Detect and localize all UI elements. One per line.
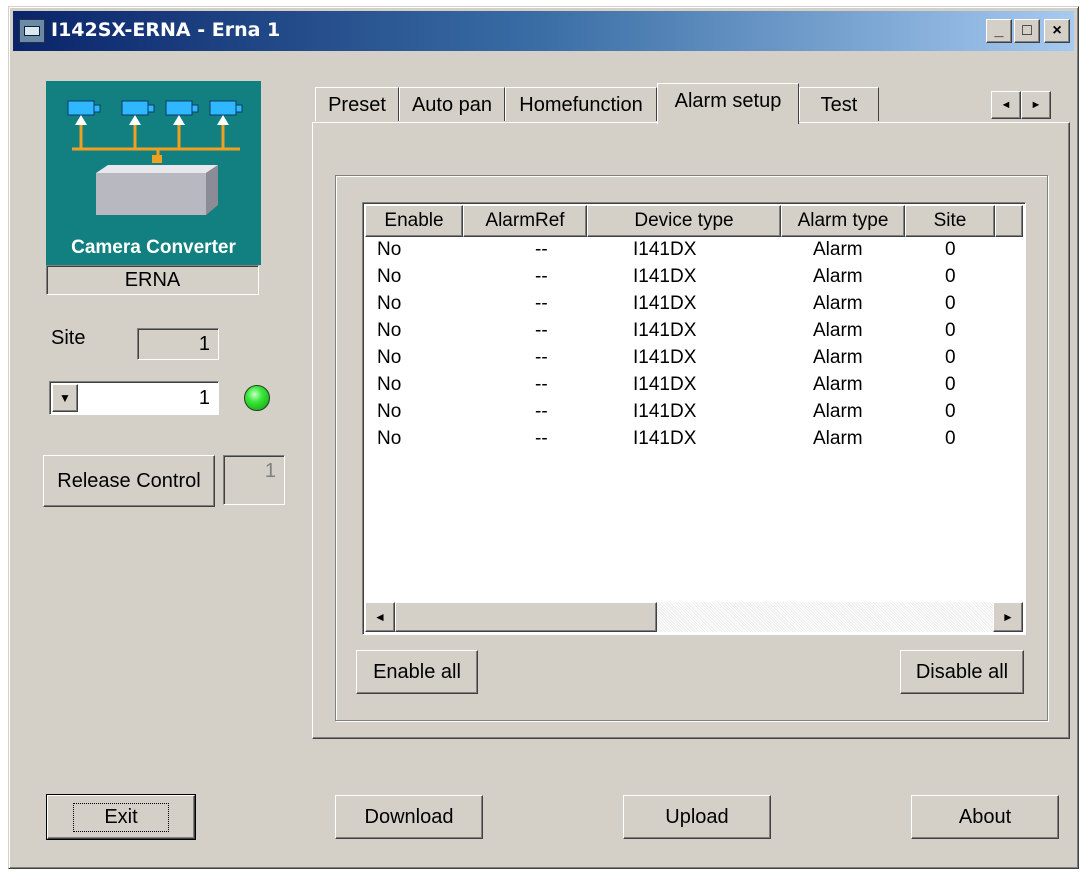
tab-homefunction[interactable]: Homefunction: [505, 87, 657, 121]
maximize-button[interactable]: □: [1014, 19, 1040, 43]
cell-device-type: I141DX: [633, 428, 697, 449]
cell-alarmref: --: [535, 239, 548, 260]
exit-label: Exit: [73, 802, 169, 832]
site-selector-value: 1: [198, 387, 210, 409]
about-button[interactable]: About: [911, 795, 1059, 839]
tab-alarm-setup[interactable]: Alarm setup: [657, 83, 799, 124]
cell-alarmref: --: [535, 374, 548, 395]
cell-alarm-type: Alarm: [813, 266, 863, 287]
close-button[interactable]: ×: [1044, 19, 1070, 43]
cell-alarmref: --: [535, 347, 548, 368]
dropdown-arrow-icon[interactable]: ▼: [52, 384, 78, 412]
column-filler: [995, 205, 1023, 237]
tab-auto-pan[interactable]: Auto pan: [399, 87, 505, 121]
cell-alarmref: --: [535, 428, 548, 449]
cell-site: 0: [945, 428, 956, 449]
cell-enable: No: [377, 347, 402, 368]
table-row[interactable]: No -- I141DX Alarm 0: [365, 291, 1023, 318]
scroll-left-icon[interactable]: ◄: [365, 602, 395, 632]
scrollbar-thumb[interactable]: [395, 602, 657, 632]
alarm-group-box: Enable AlarmRef Device type Alarm type S…: [335, 175, 1048, 721]
cell-alarm-type: Alarm: [813, 428, 863, 449]
tab-scroll-right-icon[interactable]: ►: [1021, 91, 1051, 119]
cell-enable: No: [377, 374, 402, 395]
upload-button[interactable]: Upload: [623, 795, 771, 839]
site-selector[interactable]: ▼ 1: [49, 381, 219, 415]
table-row[interactable]: No -- I141DX Alarm 0: [365, 237, 1023, 264]
tab-scroll-left-icon[interactable]: ◄: [991, 91, 1021, 119]
cell-device-type: I141DX: [633, 320, 697, 341]
app-window: I142SX-ERNA - Erna 1 _ □ × Camera Conver…: [8, 6, 1079, 869]
enable-all-button[interactable]: Enable all: [356, 650, 478, 694]
cell-alarmref: --: [535, 293, 548, 314]
status-led-icon: [244, 385, 270, 411]
site-value-field: 1: [137, 328, 219, 360]
site-label: Site: [51, 327, 86, 349]
column-site[interactable]: Site: [905, 205, 995, 237]
minimize-button[interactable]: _: [986, 19, 1012, 43]
cell-device-type: I141DX: [633, 401, 697, 422]
release-control-field: 1: [223, 455, 285, 505]
camera-converter-logo: Camera Converter: [46, 81, 261, 265]
alarm-list[interactable]: Enable AlarmRef Device type Alarm type S…: [362, 202, 1026, 635]
cell-site: 0: [945, 320, 956, 341]
cell-enable: No: [377, 266, 402, 287]
tab-preset[interactable]: Preset: [315, 87, 399, 121]
cell-enable: No: [377, 320, 402, 341]
cell-alarmref: --: [535, 401, 548, 422]
cell-device-type: I141DX: [633, 266, 697, 287]
cell-alarm-type: Alarm: [813, 293, 863, 314]
cell-site: 0: [945, 347, 956, 368]
tab-test[interactable]: Test: [799, 87, 879, 121]
cell-alarm-type: Alarm: [813, 401, 863, 422]
alarm-setup-panel: Enable AlarmRef Device type Alarm type S…: [312, 122, 1070, 739]
cell-enable: No: [377, 239, 402, 260]
cell-device-type: I141DX: [633, 347, 697, 368]
cell-alarmref: --: [535, 266, 548, 287]
cell-site: 0: [945, 239, 956, 260]
logo-caption: Camera Converter: [71, 237, 236, 258]
window-title: I142SX-ERNA - Erna 1: [51, 19, 281, 41]
cell-alarm-type: Alarm: [813, 347, 863, 368]
cell-alarm-type: Alarm: [813, 374, 863, 395]
cell-site: 0: [945, 293, 956, 314]
cell-device-type: I141DX: [633, 239, 697, 260]
cell-site: 0: [945, 266, 956, 287]
download-button[interactable]: Download: [335, 795, 483, 839]
cell-enable: No: [377, 428, 402, 449]
cell-alarmref: --: [535, 320, 548, 341]
cell-enable: No: [377, 401, 402, 422]
table-row[interactable]: No -- I141DX Alarm 0: [365, 372, 1023, 399]
exit-button[interactable]: Exit: [46, 794, 196, 840]
column-enable[interactable]: Enable: [365, 205, 463, 237]
alarm-list-header: Enable AlarmRef Device type Alarm type S…: [365, 205, 1023, 237]
app-icon[interactable]: [19, 19, 45, 43]
table-row[interactable]: No -- I141DX Alarm 0: [365, 426, 1023, 453]
horizontal-scrollbar[interactable]: ◄ ►: [365, 602, 1023, 632]
cell-alarm-type: Alarm: [813, 320, 863, 341]
table-row[interactable]: No -- I141DX Alarm 0: [365, 264, 1023, 291]
table-row[interactable]: No -- I141DX Alarm 0: [365, 318, 1023, 345]
scroll-right-icon[interactable]: ►: [993, 602, 1023, 632]
disable-all-button[interactable]: Disable all: [900, 650, 1024, 694]
cell-alarm-type: Alarm: [813, 239, 863, 260]
device-name-field: ERNA: [46, 265, 259, 295]
column-alarmref[interactable]: AlarmRef: [463, 205, 587, 237]
column-alarm-type[interactable]: Alarm type: [781, 205, 905, 237]
column-device-type[interactable]: Device type: [587, 205, 781, 237]
cell-device-type: I141DX: [633, 293, 697, 314]
cell-enable: No: [377, 293, 402, 314]
release-control-button[interactable]: Release Control: [43, 455, 215, 507]
cell-device-type: I141DX: [633, 374, 697, 395]
table-row[interactable]: No -- I141DX Alarm 0: [365, 345, 1023, 372]
cell-site: 0: [945, 374, 956, 395]
cell-site: 0: [945, 401, 956, 422]
title-bar[interactable]: I142SX-ERNA - Erna 1 _ □ ×: [13, 11, 1074, 51]
table-row[interactable]: No -- I141DX Alarm 0: [365, 399, 1023, 426]
